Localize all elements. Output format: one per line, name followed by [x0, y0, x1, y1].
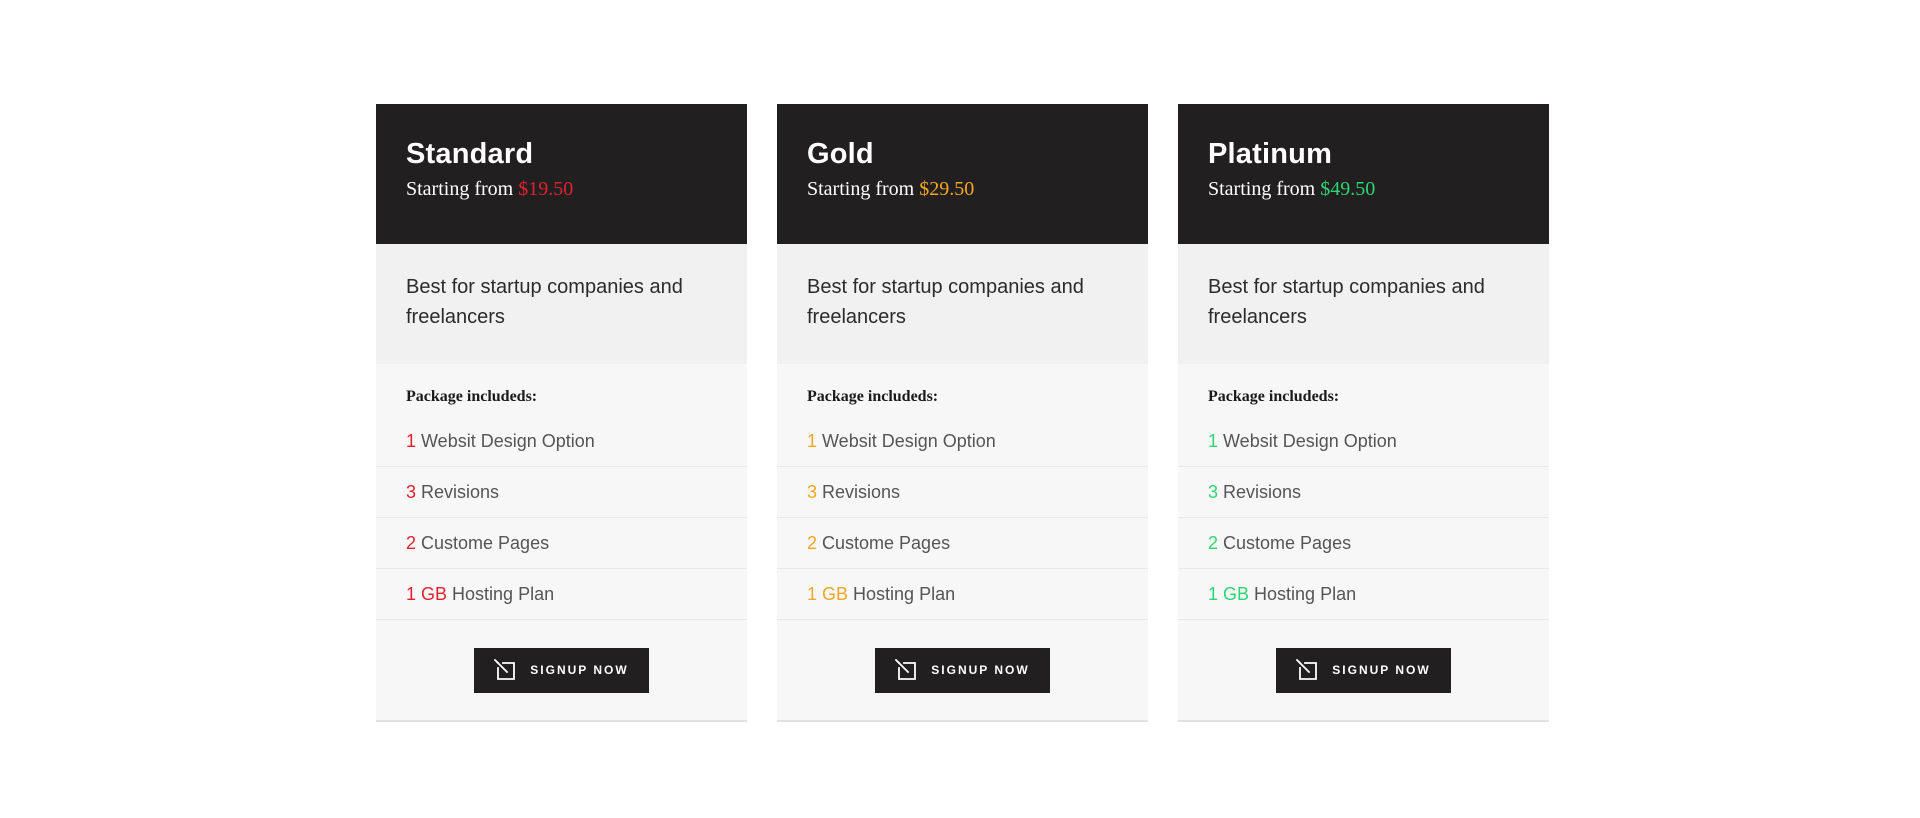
- plan-name: Standard: [406, 138, 534, 170]
- starting-from-label: Starting from: [807, 178, 920, 200]
- signup-now-button[interactable]: Signup Now: [875, 647, 1050, 693]
- pricing-table: Standard Starting from $19.50 Best for s…: [376, 104, 1549, 722]
- pricing-card-platinum: Platinum Starting from $49.50 Best for s…: [1178, 104, 1549, 722]
- feature-list: Package includeds: 1 Websit Design Optio…: [1178, 364, 1549, 620]
- feature-text: Hosting Plan: [1249, 584, 1357, 604]
- signup-button-label: Signup Now: [1332, 663, 1431, 677]
- feature-text: Websit Design Option: [1218, 431, 1397, 451]
- feature-text: Custome Pages: [416, 533, 550, 553]
- feature-highlight: 1: [807, 431, 818, 451]
- plan-price: $19.50: [518, 178, 574, 200]
- feature-item: 1 Websit Design Option: [376, 416, 747, 467]
- package-includes-title: Package includeds:: [406, 388, 538, 405]
- feature-highlight: 2: [406, 533, 417, 553]
- signup-button-label: Signup Now: [931, 663, 1030, 677]
- feature-item: 3 Revisions: [777, 467, 1148, 518]
- feature-text: Custome Pages: [1218, 533, 1352, 553]
- card-header: Platinum Starting from $49.50: [1178, 104, 1549, 244]
- plan-price: $49.50: [1320, 178, 1376, 200]
- plan-name: Gold: [807, 138, 874, 170]
- plan-description: Best for startup companies and freelance…: [1178, 244, 1549, 364]
- feature-text: Hosting Plan: [447, 584, 555, 604]
- feature-highlight: 1: [406, 431, 417, 451]
- feature-text: Websit Design Option: [817, 431, 996, 451]
- price-line: Starting from $19.50: [406, 176, 717, 202]
- pen-square-icon: [895, 659, 917, 681]
- feature-text: Custome Pages: [817, 533, 951, 553]
- feature-highlight: 3: [1208, 482, 1219, 502]
- feature-highlight: 3: [807, 482, 818, 502]
- feature-item: 3 Revisions: [376, 467, 747, 518]
- card-header: Standard Starting from $19.50: [376, 104, 747, 244]
- feature-text: Hosting Plan: [848, 584, 956, 604]
- plan-description: Best for startup companies and freelance…: [376, 244, 747, 364]
- plan-name: Platinum: [1208, 138, 1333, 170]
- price-line: Starting from $29.50: [807, 176, 1118, 202]
- signup-button-label: Signup Now: [530, 663, 629, 677]
- card-footer: Signup Now: [376, 620, 747, 720]
- feature-highlight: 3: [406, 482, 417, 502]
- feature-item: 1 GB Hosting Plan: [1178, 569, 1549, 620]
- feature-item: 2 Custome Pages: [376, 518, 747, 569]
- feature-highlight: 1 GB: [406, 584, 448, 604]
- feature-item: 1 Websit Design Option: [777, 416, 1148, 467]
- feature-text: Revisions: [817, 482, 901, 502]
- plan-price: $29.50: [919, 178, 975, 200]
- pricing-card-gold: Gold Starting from $29.50 Best for start…: [777, 104, 1148, 722]
- starting-from-label: Starting from: [1208, 178, 1321, 200]
- pen-square-icon: [494, 659, 516, 681]
- plan-description: Best for startup companies and freelance…: [777, 244, 1148, 364]
- signup-now-button[interactable]: Signup Now: [474, 647, 649, 693]
- feature-item: 2 Custome Pages: [777, 518, 1148, 569]
- feature-highlight: 1 GB: [807, 584, 849, 604]
- feature-text: Websit Design Option: [416, 431, 595, 451]
- pricing-card-standard: Standard Starting from $19.50 Best for s…: [376, 104, 747, 722]
- feature-text: Revisions: [416, 482, 500, 502]
- feature-item: 2 Custome Pages: [1178, 518, 1549, 569]
- feature-highlight: 2: [1208, 533, 1219, 553]
- feature-highlight: 1 GB: [1208, 584, 1250, 604]
- signup-now-button[interactable]: Signup Now: [1276, 647, 1451, 693]
- pen-square-icon: [1296, 659, 1318, 681]
- package-includes-title: Package includeds:: [1208, 388, 1340, 405]
- feature-highlight: 2: [807, 533, 818, 553]
- feature-item: 1 Websit Design Option: [1178, 416, 1549, 467]
- feature-item: 1 GB Hosting Plan: [376, 569, 747, 620]
- starting-from-label: Starting from: [406, 178, 519, 200]
- feature-item: 3 Revisions: [1178, 467, 1549, 518]
- feature-list: Package includeds: 1 Websit Design Optio…: [376, 364, 747, 620]
- card-footer: Signup Now: [777, 620, 1148, 720]
- feature-list: Package includeds: 1 Websit Design Optio…: [777, 364, 1148, 620]
- feature-item: 1 GB Hosting Plan: [777, 569, 1148, 620]
- card-header: Gold Starting from $29.50: [777, 104, 1148, 244]
- card-footer: Signup Now: [1178, 620, 1549, 720]
- package-includes-title: Package includeds:: [807, 388, 939, 405]
- feature-highlight: 1: [1208, 431, 1219, 451]
- feature-text: Revisions: [1218, 482, 1302, 502]
- price-line: Starting from $49.50: [1208, 176, 1519, 202]
